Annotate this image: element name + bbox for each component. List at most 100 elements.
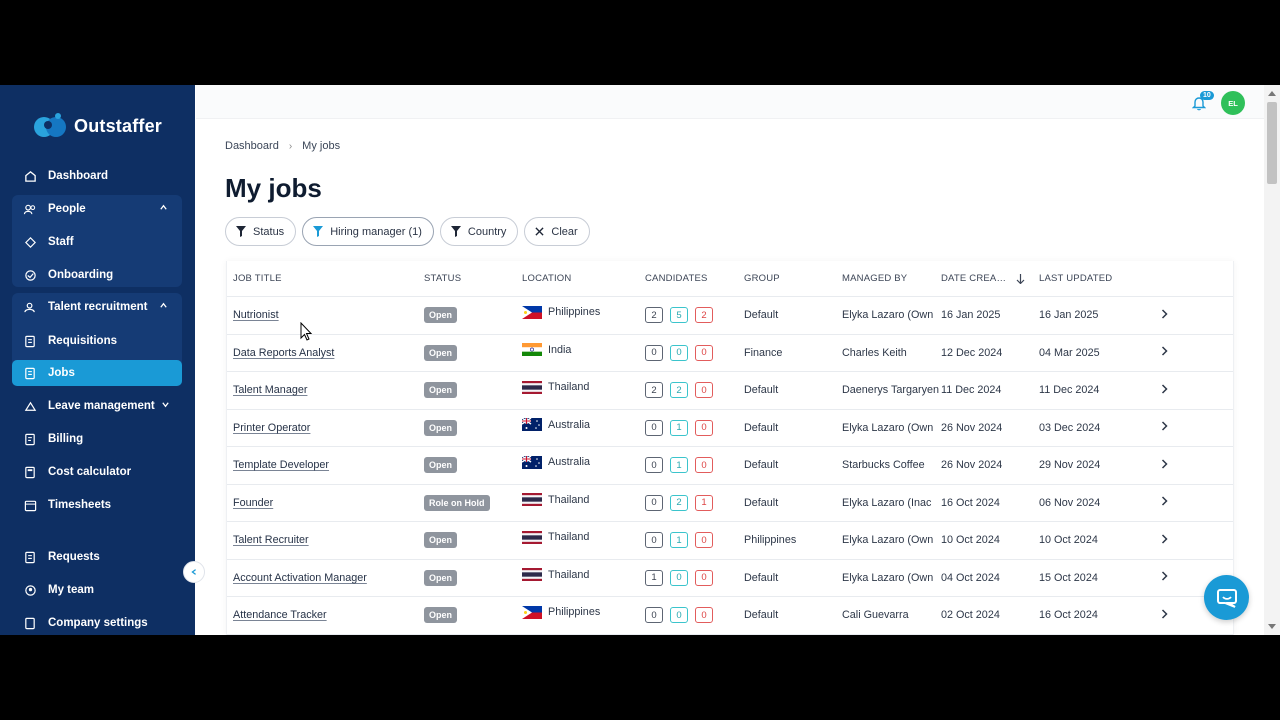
col-last-updated[interactable]: LAST UPDATED	[1039, 273, 1149, 284]
candidates-total-count[interactable]: 1	[645, 569, 663, 586]
candidates-rejected-count[interactable]: 0	[695, 419, 713, 436]
group-cell: Philippines	[744, 534, 797, 547]
sidebar-item-my-team[interactable]: My team	[12, 577, 182, 603]
sidebar-item-onboarding[interactable]: Onboarding	[12, 262, 182, 288]
candidates-total-count[interactable]: 2	[645, 307, 663, 324]
sidebar-item-company-settings[interactable]: Company settings	[12, 610, 182, 635]
sidebar-item-staff[interactable]: Staff	[12, 229, 182, 255]
candidates-rejected-count[interactable]: 0	[695, 457, 713, 474]
candidates-total-count[interactable]: 0	[645, 607, 663, 624]
candidates-active-count[interactable]: 0	[670, 569, 688, 586]
breadcrumb-dashboard-link[interactable]: Dashboard	[225, 140, 279, 152]
sidebar-item-timesheets[interactable]: Timesheets	[12, 492, 182, 518]
chevron-right-icon[interactable]	[1149, 496, 1179, 509]
job-title-link[interactable]: Nutrionist	[233, 309, 279, 321]
job-title-link[interactable]: Founder	[233, 497, 273, 509]
chevron-right-icon[interactable]	[1149, 609, 1179, 622]
job-title-link[interactable]: Talent Manager	[233, 384, 307, 396]
table-row[interactable]: Attendance Tracker Open Philippines 0 0 0 Defa…	[227, 597, 1233, 635]
scroll-up-arrow-icon[interactable]	[1268, 91, 1276, 96]
sidebar-item-requisitions[interactable]: Requisitions	[12, 328, 182, 354]
candidates-total-count[interactable]: 0	[645, 532, 663, 549]
sidebar-item-leave-management[interactable]: Leave management	[12, 393, 182, 419]
candidates-total-count[interactable]: 2	[645, 382, 663, 399]
job-title-link[interactable]: Attendance Tracker	[233, 609, 327, 621]
col-location[interactable]: LOCATION	[522, 273, 645, 284]
col-job-title[interactable]: JOB TITLE	[227, 273, 424, 284]
chip-label: Clear	[551, 225, 578, 238]
sidebar-item-people[interactable]: People	[12, 196, 182, 222]
chevron-right-icon[interactable]	[1149, 384, 1179, 397]
candidates-rejected-count[interactable]: 0	[695, 569, 713, 586]
candidates-active-count[interactable]: 0	[670, 344, 688, 361]
sidebar-item-requests[interactable]: Requests	[12, 544, 182, 570]
chevron-right-icon[interactable]	[1149, 309, 1179, 322]
candidates-total-count[interactable]: 0	[645, 419, 663, 436]
candidates-total-count[interactable]: 0	[645, 344, 663, 361]
table-row[interactable]: Account Activation Manager Open Thailand 1 0…	[227, 560, 1233, 597]
status-cell: Open	[424, 607, 522, 624]
job-title-link[interactable]: Template Developer	[233, 459, 329, 471]
scrollbar-thumb[interactable]	[1267, 102, 1277, 184]
user-avatar[interactable]: EL	[1221, 91, 1245, 115]
mouse-cursor-icon	[300, 322, 313, 341]
candidates-rejected-count[interactable]: 0	[695, 382, 713, 399]
table-row[interactable]: Talent Manager Open Thailand 2 2 0 Default Daen…	[227, 372, 1233, 410]
sidebar-item-talent-recruitment[interactable]: Talent recruitment	[12, 294, 182, 320]
date-created-cell: 04 Oct 2024	[941, 571, 1000, 584]
chevron-right-icon[interactable]	[1149, 421, 1179, 434]
chevron-right-icon[interactable]	[1149, 459, 1179, 472]
sidebar-item-billing[interactable]: Billing	[12, 426, 182, 452]
brand-logo[interactable]: Outstaffer	[32, 111, 162, 141]
filter-icon	[450, 226, 461, 237]
sidebar-item-jobs[interactable]: Jobs	[12, 360, 182, 386]
group-cell: Default	[744, 384, 779, 397]
candidates-active-count[interactable]: 1	[670, 419, 688, 436]
job-title-link[interactable]: Account Activation Manager	[233, 572, 367, 584]
candidates-cell: 010	[645, 532, 744, 549]
table-row[interactable]: Founder Role on Hold Thailand 0 2 1 Default Ely…	[227, 485, 1233, 522]
candidates-total-count[interactable]: 0	[645, 494, 663, 511]
candidates-rejected-count[interactable]: 0	[695, 532, 713, 549]
chevron-right-icon[interactable]	[1149, 346, 1179, 359]
job-title-link[interactable]: Printer Operator	[233, 422, 310, 434]
candidates-active-count[interactable]: 1	[670, 457, 688, 474]
table-row[interactable]: Data Reports Analyst Open India 0 0 0 Finance C…	[227, 335, 1233, 372]
col-managed-by[interactable]: MANAGED BY	[842, 273, 941, 284]
table-row[interactable]: Template Developer Open Australia 0 1 0 Defaul…	[227, 447, 1233, 485]
table-row[interactable]: Nutrionist Open Philippines 2 5 2 Default Elyka…	[227, 297, 1233, 335]
candidates-active-count[interactable]: 2	[670, 382, 688, 399]
candidates-active-count[interactable]: 1	[670, 532, 688, 549]
candidates-active-count[interactable]: 2	[670, 494, 688, 511]
candidates-total-count[interactable]: 0	[645, 457, 663, 474]
candidates-active-count[interactable]: 5	[670, 307, 688, 324]
candidates-rejected-count[interactable]: 0	[695, 344, 713, 361]
country-filter-chip[interactable]: Country	[439, 217, 519, 246]
scroll-down-arrow-icon[interactable]	[1268, 624, 1276, 629]
status-badge: Open	[424, 457, 458, 474]
chevron-down-icon	[161, 400, 170, 412]
col-date-created[interactable]: DATE CREA…	[941, 273, 1039, 284]
chat-support-button[interactable]	[1204, 575, 1249, 620]
vertical-scrollbar[interactable]	[1264, 85, 1280, 635]
table-row[interactable]: Talent Recruiter Open Thailand 0 1 0 Philippin…	[227, 522, 1233, 560]
candidates-active-count[interactable]: 0	[670, 607, 688, 624]
col-group[interactable]: GROUP	[744, 273, 842, 284]
col-candidates[interactable]: CANDIDATES	[645, 273, 744, 284]
hiring-manager-filter-chip[interactable]: Hiring manager (1)	[302, 217, 434, 246]
managed-by-cell: Charles Keith	[842, 346, 907, 359]
sidebar-item-cost-calculator[interactable]: Cost calculator	[12, 459, 182, 485]
status-filter-chip[interactable]: Status	[225, 217, 297, 246]
candidates-rejected-count[interactable]: 0	[695, 607, 713, 624]
clear-filters-chip[interactable]: Clear	[524, 217, 590, 246]
job-title-link[interactable]: Talent Recruiter	[233, 534, 309, 546]
collapse-sidebar-button[interactable]	[183, 561, 205, 583]
chevron-right-icon[interactable]	[1149, 571, 1179, 584]
sidebar-item-dashboard[interactable]: Dashboard	[12, 163, 182, 189]
job-title-link[interactable]: Data Reports Analyst	[233, 347, 334, 359]
table-row[interactable]: Printer Operator Open Australia 0 1 0 Default E…	[227, 410, 1233, 447]
candidates-rejected-count[interactable]: 2	[695, 307, 713, 324]
chevron-right-icon[interactable]	[1149, 534, 1179, 547]
col-status[interactable]: STATUS	[424, 273, 522, 284]
candidates-rejected-count[interactable]: 1	[695, 494, 713, 511]
